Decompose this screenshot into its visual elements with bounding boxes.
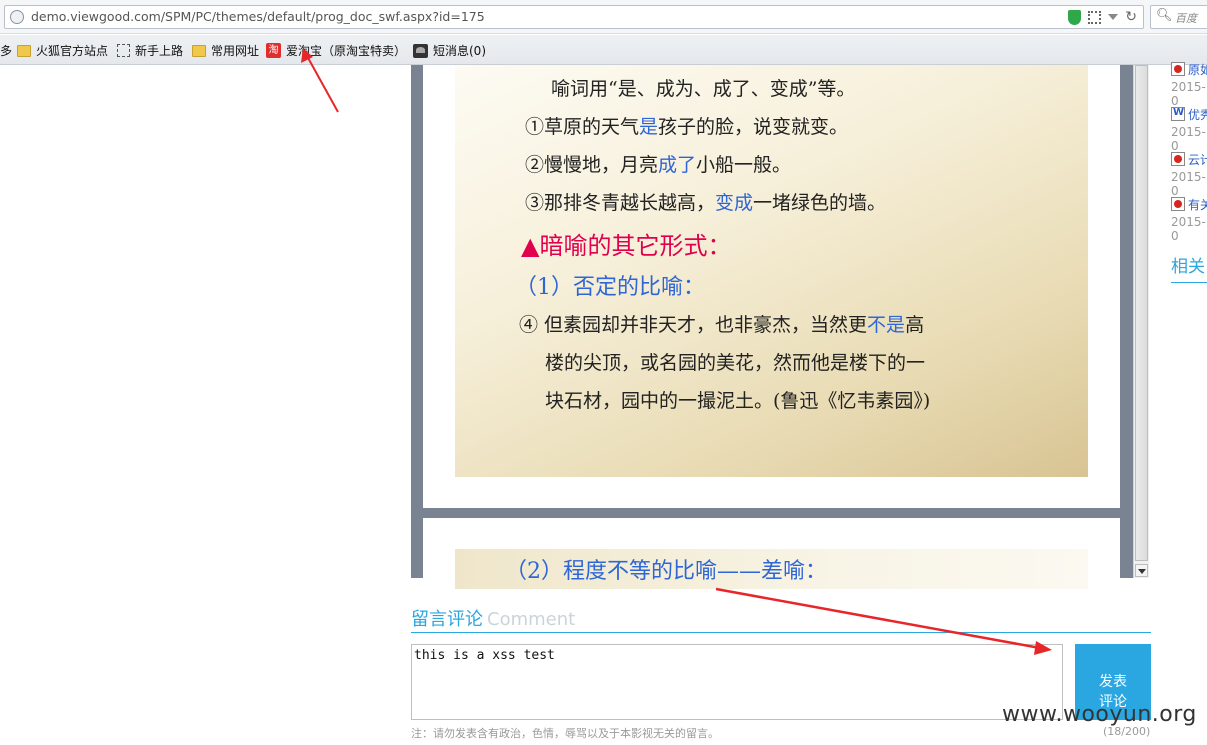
document-page: 喻词用“是、成为、成了、变成”等。 ①草原的天气是孩子的脸，说变就变。 ②慢慢地… xyxy=(423,65,1120,508)
pdf-file-icon xyxy=(1171,197,1185,211)
qr-code-icon[interactable] xyxy=(1088,10,1102,24)
sidebar-doc-item[interactable]: 原如 xyxy=(1171,59,1207,78)
page-icon xyxy=(117,44,130,57)
bookmark-label: 短消息(0) xyxy=(433,44,486,58)
address-tools: ↻ xyxy=(1068,9,1137,25)
divider xyxy=(411,632,1151,633)
slide-content: 喻词用“是、成为、成了、变成”等。 ①草原的天气是孩子的脸，说变就变。 ②慢慢地… xyxy=(455,65,1088,477)
document-page: （2）程度不等的比喻——差喻： xyxy=(423,518,1120,589)
doc-title[interactable]: 优秀 xyxy=(1188,108,1207,122)
address-field[interactable]: demo.viewgood.com/SPM/PC/themes/default/… xyxy=(4,5,1144,29)
bookmark-getting-started[interactable]: 新手上路 xyxy=(117,42,183,59)
slide-line: ④ 但素园却并非天才，也非豪杰，当然更不是高 xyxy=(519,310,924,337)
search-field[interactable]: 🔍︎ 百度 xyxy=(1150,5,1207,29)
slide-line: 楼的尖顶，或名园的美花，然而他是楼下的一 xyxy=(545,352,926,374)
reload-icon[interactable]: ↻ xyxy=(1125,9,1137,25)
line-text: ①草原的天气 xyxy=(525,116,640,138)
comment-heading: 留言评论 Comment xyxy=(411,605,575,631)
globe-icon xyxy=(10,10,24,24)
comment-input[interactable]: this is a xss test xyxy=(411,644,1063,720)
viewer-scrollbar[interactable] xyxy=(1133,65,1149,578)
sidebar-doc-item[interactable]: 云计 xyxy=(1171,149,1207,168)
highlight-text: 不是 xyxy=(867,314,906,336)
sidebar-doc-item[interactable]: 有关 xyxy=(1171,194,1207,213)
slide-subheading: （2）程度不等的比喻——差喻： xyxy=(505,559,827,584)
bookmark-label: 新手上路 xyxy=(135,44,184,58)
line-text: ③那排冬青越长越高， xyxy=(525,192,716,214)
highlight-text: 成了 xyxy=(658,154,697,176)
slide-heading: ▲暗喻的其它形式： xyxy=(521,232,732,260)
word-file-icon xyxy=(1171,107,1185,121)
bookmark-label: 常用网址 xyxy=(211,44,260,58)
line-text: 高 xyxy=(905,314,925,336)
doc-date: 2015-0 xyxy=(1171,215,1206,243)
line-text: 小船一般。 xyxy=(696,154,792,176)
bookmark-firefox-site[interactable]: 火狐官方站点 xyxy=(17,42,108,59)
slide-line: 块石材，园中的一撮泥土。(鲁迅《忆韦素园》) xyxy=(545,390,931,412)
line-text: 孩子的脸，说变就变。 xyxy=(658,116,849,138)
bookmark-label: 爱淘宝（原淘宝特卖） xyxy=(286,44,407,58)
line-text: ④ 但素园却并非天才，也非豪杰，当然更 xyxy=(519,314,868,336)
address-text[interactable]: demo.viewgood.com/SPM/PC/themes/default/… xyxy=(31,9,485,24)
bookmark-label: 多 xyxy=(0,44,13,58)
sidebar-doc-item[interactable]: 优秀 xyxy=(1171,104,1207,123)
folder-icon xyxy=(192,44,206,57)
slide-line: ③那排冬青越长越高，变成一堵绿色的墙。 xyxy=(525,188,886,215)
line-text: 一堵绿色的墙。 xyxy=(753,192,887,214)
folder-icon xyxy=(17,44,31,57)
highlight-text: 变成 xyxy=(715,192,754,214)
doc-title[interactable]: 云计 xyxy=(1188,153,1207,167)
divider xyxy=(1171,282,1207,283)
slide-line: ②慢慢地，月亮成了小船一般。 xyxy=(525,150,791,177)
dropdown-arrow-icon[interactable] xyxy=(1108,14,1119,20)
comment-title: 留言评论 xyxy=(411,609,483,630)
bookmarks-bar: 多 火狐官方站点 新手上路 常用网址 淘爱淘宝（原淘宝特卖） 短消息(0) xyxy=(0,35,1207,65)
bookmark-messages[interactable]: 短消息(0) xyxy=(413,42,486,59)
slide-line: 喻词用“是、成为、成了、变成”等。 xyxy=(551,78,856,100)
doc-title[interactable]: 有关 xyxy=(1188,198,1207,212)
highlight-text: 是 xyxy=(639,116,659,138)
document-viewer[interactable]: 喻词用“是、成为、成了、变成”等。 ①草原的天气是孩子的脸，说变就变。 ②慢慢地… xyxy=(411,65,1149,589)
pdf-file-icon xyxy=(1171,152,1185,166)
comment-notice: 注：请勿发表含有政治，色情，辱骂以及于本影视无关的留言。 xyxy=(411,727,719,740)
comment-title-en: Comment xyxy=(487,609,576,630)
scroll-down-arrow-icon[interactable] xyxy=(1135,564,1148,577)
url-bar: demo.viewgood.com/SPM/PC/themes/default/… xyxy=(0,0,1207,34)
shield-icon[interactable] xyxy=(1068,9,1082,25)
slide-content: （2）程度不等的比喻——差喻： xyxy=(455,549,1088,589)
bookmark-label: 火狐官方站点 xyxy=(36,44,109,58)
search-engine-label: 百度 xyxy=(1175,12,1197,25)
pdf-file-icon xyxy=(1171,62,1185,76)
slide-subheading: （1）否定的比喻： xyxy=(515,275,705,300)
bookmark-more[interactable]: 多 xyxy=(0,42,12,59)
scrollbar-thumb[interactable] xyxy=(1135,65,1148,561)
line-text: ②慢慢地，月亮 xyxy=(525,154,659,176)
search-icon: 🔍︎ xyxy=(1156,8,1173,23)
message-icon xyxy=(413,43,428,58)
taobao-icon: 淘 xyxy=(266,43,281,58)
bookmark-common-sites[interactable]: 常用网址 xyxy=(192,42,259,59)
bookmark-aitaobao[interactable]: 淘爱淘宝（原淘宝特卖） xyxy=(266,42,406,59)
slide-line: ①草原的天气是孩子的脸，说变就变。 xyxy=(525,112,848,139)
watermark: www.wooyun.org xyxy=(1002,702,1197,727)
doc-title[interactable]: 原如 xyxy=(1188,63,1207,77)
related-heading: 相关 xyxy=(1171,257,1205,277)
